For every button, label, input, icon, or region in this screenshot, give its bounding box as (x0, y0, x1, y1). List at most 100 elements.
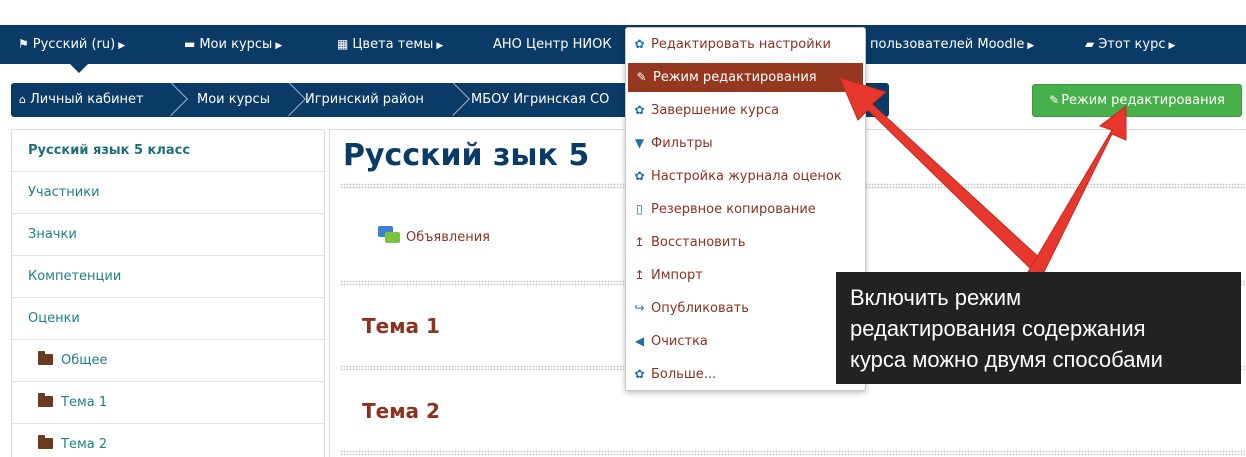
menu-item-edit-settings[interactable]: ✿ Редактировать настройки (626, 30, 865, 59)
menu-item-more[interactable]: ✿ Больше... (626, 360, 865, 389)
share-icon: ↪ (634, 301, 645, 315)
callout-line: Включить режим (850, 285, 1022, 310)
menu-item-reset[interactable]: ◀ Очистка (626, 327, 865, 356)
upload-icon: ↥ (634, 235, 645, 249)
breadcrumb-separator (154, 83, 188, 116)
breadcrumb-item-school[interactable]: МБОУ Игринская СО (471, 83, 609, 117)
theme-colors-label: Цвета темы (352, 37, 434, 52)
caret-right-icon: ▶ (275, 41, 283, 51)
menu-item-label: Настройка журнала оценок (651, 169, 842, 184)
sidebar-item-label: Значки (28, 227, 77, 242)
menu-item-turn-editing-on[interactable]: ✎ Режим редактирования (628, 63, 863, 92)
breadcrumb-separator (436, 83, 470, 116)
sidebar-item-label: Общее (61, 353, 108, 368)
gear-icon: ✿ (634, 169, 645, 183)
forum-announcements-link[interactable]: Объявления (378, 226, 490, 245)
org-label: АНО Центр НИОК (493, 37, 612, 52)
menu-item-label: Режим редактирования (653, 70, 817, 85)
menu-item-label: Опубликовать (651, 301, 749, 316)
theme-colors-menu[interactable]: ▦ Цвета темы ▶ (337, 25, 443, 64)
moodle-users-menu[interactable]: пользователей Moodle ▶ (870, 25, 1034, 64)
breadcrumb-label: Личный кабинет (29, 92, 144, 107)
filter-icon: ▼ (634, 136, 645, 150)
my-courses-menu[interactable]: ▬ Мои курсы ▶ (184, 25, 282, 64)
menu-item-course-completion[interactable]: ✿ Завершение курса (626, 96, 865, 125)
course-navigation-sidebar: Русский язык 5 класс Участники Значки Ко… (11, 129, 325, 457)
menu-item-restore[interactable]: ↥ Восстановить (626, 228, 865, 257)
callout-line: курса можно двумя способами (850, 347, 1163, 372)
breadcrumb-item-district[interactable]: Игринский район (305, 83, 424, 117)
arrow-left-icon: ◀ (634, 334, 645, 348)
breadcrumb-item-dashboard[interactable]: ⌂ Личный кабинет (19, 83, 144, 117)
sidebar-item-topic-2[interactable]: Тема 2 (12, 424, 324, 457)
menu-item-gradebook-setup[interactable]: ✿ Настройка журнала оценок (626, 162, 865, 191)
language-menu[interactable]: ⚑ Русский ‎(ru)‎ ▶ (18, 25, 125, 64)
turn-editing-on-button[interactable]: ✎ Режим редактирования (1032, 84, 1242, 117)
breadcrumb-item-my-courses[interactable]: Мои курсы (197, 83, 270, 117)
folder-icon (38, 351, 53, 365)
breadcrumb-label: МБОУ Игринская СО (471, 92, 610, 107)
menu-item-publish[interactable]: ↪ Опубликовать (626, 294, 865, 323)
menu-item-label: Восстановить (651, 235, 746, 250)
sidebar-item-badges[interactable]: Значки (12, 214, 324, 256)
menu-item-import[interactable]: ↥ Импорт (626, 261, 865, 290)
edit-icon: ✎ (1049, 93, 1060, 107)
menu-item-label: Редактировать настройки (651, 37, 832, 52)
sidebar-item-participants[interactable]: Участники (12, 172, 324, 214)
divider (340, 450, 1245, 456)
pencil-icon: ✎ (636, 70, 647, 84)
forum-label: Объявления (406, 230, 490, 245)
briefcase-icon: ▬ (184, 37, 196, 51)
sidebar-item-grades[interactable]: Оценки (12, 298, 324, 340)
caret-right-icon: ▶ (436, 41, 444, 51)
edit-button-label: Режим редактирования (1061, 93, 1225, 108)
sidebar-item-label: Русский язык 5 класс (28, 143, 191, 158)
menu-item-label: Завершение курса (651, 103, 780, 118)
nav-pointer (70, 64, 88, 73)
book-icon: ▰ (1085, 37, 1095, 51)
folder-icon (38, 435, 53, 449)
callout-line: редактирования содержания (850, 316, 1146, 341)
sidebar-item-general[interactable]: Общее (12, 340, 324, 382)
file-archive-icon: ▯ (636, 202, 643, 216)
moodle-users-label: пользователей Moodle (870, 37, 1025, 52)
gear-icon: ✿ (634, 103, 645, 117)
caret-right-icon: ▶ (118, 41, 126, 51)
forum-icon (378, 226, 400, 244)
sidebar-item-competencies[interactable]: Компетенции (12, 256, 324, 298)
sidebar-item-label: Оценки (28, 311, 80, 326)
grid-icon: ▦ (337, 37, 349, 51)
menu-item-filters[interactable]: ▼ Фильтры (626, 129, 865, 158)
annotation-callout: Включить режим редактирования содержания… (836, 272, 1241, 384)
menu-item-label: Резервное копирование (651, 202, 816, 217)
org-menu[interactable]: АНО Центр НИОК (493, 25, 612, 64)
sidebar-item-label: Тема 1 (61, 395, 108, 410)
caret-right-icon: ▶ (1027, 41, 1035, 51)
gear-icon: ✿ (634, 367, 645, 381)
breadcrumb-separator (272, 83, 306, 116)
this-course-menu[interactable]: ▰ Этот курс ▶ (1085, 25, 1175, 64)
upload-icon: ↥ (634, 268, 645, 282)
sidebar-item-label: Компетенции (28, 269, 122, 284)
menu-item-backup[interactable]: ▯ Резервное копирование (626, 195, 865, 224)
menu-item-label: Очистка (651, 334, 708, 349)
language-label: Русский ‎(ru)‎ (32, 37, 116, 52)
gear-icon: ✿ (634, 37, 645, 51)
top-navbar: ⚑ Русский ‎(ru)‎ ▶ ▬ Мои курсы ▶ ▦ Цвета темы… (0, 25, 1246, 64)
home-icon: ⌂ (19, 93, 26, 106)
this-course-label: Этот курс (1098, 37, 1166, 52)
section-title-topic-2: Тема 2 (362, 399, 440, 423)
caret-right-icon: ▶ (1168, 41, 1176, 51)
sidebar-item-course[interactable]: Русский язык 5 класс (12, 130, 324, 172)
sidebar-item-label: Тема 2 (61, 437, 108, 452)
breadcrumb-label: Мои курсы (197, 92, 270, 107)
course-admin-dropdown: ✿ Редактировать настройки ✎ Режим редактир… (625, 27, 866, 391)
flag-icon: ⚑ (18, 37, 29, 51)
menu-item-label: Фильтры (651, 136, 713, 151)
folder-icon (38, 393, 53, 407)
my-courses-label: Мои курсы (199, 37, 273, 52)
menu-item-label: Больше... (651, 367, 717, 382)
sidebar-item-topic-1[interactable]: Тема 1 (12, 382, 324, 424)
menu-item-label: Импорт (651, 268, 703, 283)
sidebar-item-label: Участники (28, 185, 100, 200)
